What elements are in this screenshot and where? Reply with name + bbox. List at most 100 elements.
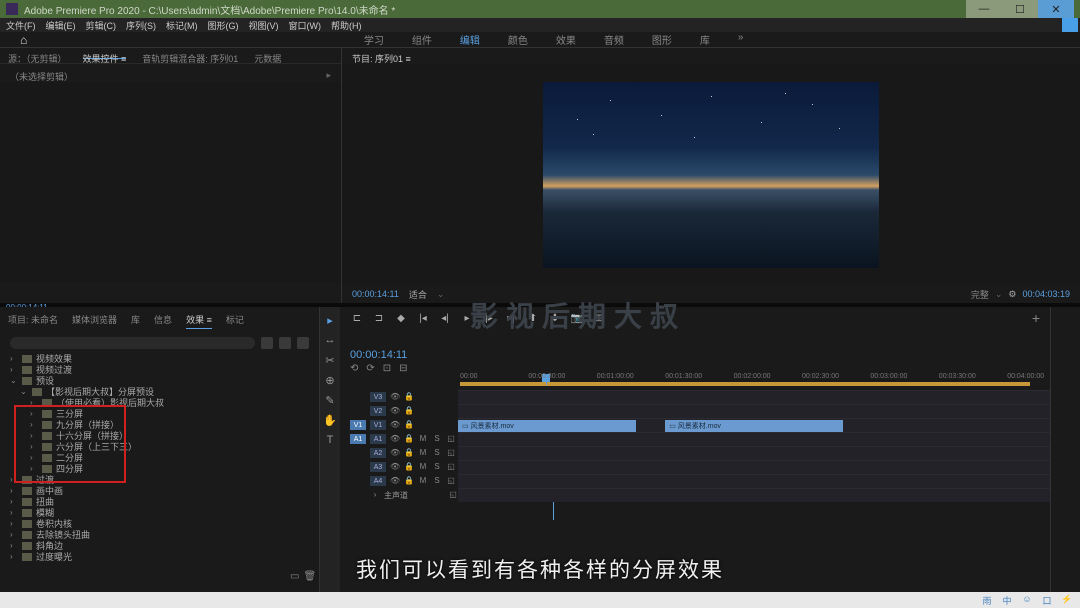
timeline-timecode[interactable]: 00:00:14:11 (340, 347, 1050, 363)
tree-item[interactable]: ›三分屏 (0, 408, 319, 419)
resolution-status[interactable]: 完整 (971, 288, 989, 301)
fit-dropdown[interactable]: 适合 (409, 288, 427, 301)
step-back-icon[interactable]: ◂| (438, 313, 452, 324)
trash-icon[interactable]: 🗑 (303, 571, 316, 582)
track-select-tool[interactable]: ↔ (323, 333, 337, 347)
marker-icon[interactable]: ◆ (394, 313, 408, 324)
ime-icon-1[interactable]: 雨 (980, 594, 994, 606)
clip[interactable]: ▭ 风景素材.mov (458, 420, 636, 432)
menu-graphics[interactable]: 图形(G) (208, 19, 239, 32)
ime-icon-3[interactable]: ☺ (1020, 594, 1034, 606)
menu-file[interactable]: 文件(F) (6, 19, 36, 32)
go-in-icon[interactable]: |◂ (416, 313, 430, 324)
ws-assembly[interactable]: 组件 (412, 32, 432, 47)
tab-project[interactable]: 项目: 未命名 (8, 311, 58, 328)
wrench-icon[interactable]: ⚙ (1008, 289, 1016, 300)
tree-item[interactable]: ›（使用必看）影视后期大叔 (0, 397, 319, 408)
tree-item[interactable]: ›十六分屏（拼接） (0, 430, 319, 441)
chevron-right-icon[interactable]: ▸ (326, 70, 331, 81)
menu-view[interactable]: 视图(V) (249, 19, 279, 32)
type-tool[interactable]: T (323, 433, 337, 447)
filter-icon-2[interactable] (279, 337, 291, 349)
tree-item[interactable]: ›六分屏（上三下三） (0, 441, 319, 452)
tab-info[interactable]: 信息 (154, 311, 172, 328)
mark-in-icon[interactable]: ⊏ (350, 313, 364, 324)
go-out-icon[interactable]: ▸| (504, 313, 518, 324)
tree-item[interactable]: ›九分屏（拼接） (0, 419, 319, 430)
chevron-down-icon[interactable]: ⌄ (995, 289, 1003, 300)
ws-graphics[interactable]: 图形 (652, 32, 672, 47)
ws-color[interactable]: 颜色 (508, 32, 528, 47)
tab-library[interactable]: 库 (131, 311, 140, 328)
settings-icon[interactable]: ⊞ (592, 313, 606, 324)
extract-icon[interactable]: ⬇ (548, 313, 562, 324)
titlebar: Adobe Premiere Pro 2020 - C:\Users\admin… (0, 0, 1080, 18)
track-body[interactable] (458, 404, 1050, 418)
tree-item[interactable]: ›过度曝光 (0, 551, 319, 562)
filter-icon-1[interactable] (261, 337, 273, 349)
new-bin-icon[interactable]: ▭ (290, 571, 299, 582)
tab-source[interactable]: 源：（无剪辑） (8, 52, 67, 59)
ws-editing[interactable]: 编辑 (460, 32, 480, 47)
ruler-label: 00:02:00:00 (734, 373, 771, 380)
track-body[interactable] (458, 390, 1050, 404)
razor-tool[interactable]: ⊕ (323, 373, 337, 387)
link-icon[interactable]: ⟳ (366, 363, 374, 374)
close-button[interactable]: ✕ (1038, 0, 1074, 18)
ws-learn[interactable]: 学习 (364, 32, 384, 47)
step-fwd-icon[interactable]: |▸ (482, 313, 496, 324)
info-chip[interactable] (1062, 18, 1078, 32)
ws-effects[interactable]: 效果 (556, 32, 576, 47)
slip-tool[interactable]: ✎ (323, 393, 337, 407)
menu-marker[interactable]: 标记(M) (166, 19, 198, 32)
menu-help[interactable]: 帮助(H) (331, 19, 362, 32)
lift-icon[interactable]: ⬆ (526, 313, 540, 324)
track-body[interactable]: ▭ 风景素材.mov ▭ 风景素材.mov (458, 418, 1050, 432)
ime-icon-4[interactable]: 口 (1040, 594, 1054, 606)
ripple-tool[interactable]: ✂ (323, 353, 337, 367)
program-timecode[interactable]: 00:00:14:11 (352, 289, 399, 299)
mark-out-icon[interactable]: ⊐ (372, 313, 386, 324)
tree-item[interactable]: ›二分屏 (0, 452, 319, 463)
clip[interactable]: ▭ 风景素材.mov (665, 420, 843, 432)
tab-effect-controls[interactable]: 效果控件 ≡ (83, 52, 127, 59)
effects-tree: ›视频效果›视频过渡⌄预设⌄【影视后期大叔】分屏预设›（使用必看）影视后期大叔›… (0, 351, 319, 564)
track-body[interactable] (458, 446, 1050, 460)
tab-metadata[interactable]: 元数据 (254, 52, 281, 59)
hand-tool[interactable]: ✋ (323, 413, 337, 427)
chevron-down-icon[interactable]: ⌄ (437, 289, 445, 300)
menu-sequence[interactable]: 序列(S) (126, 19, 156, 32)
menu-window[interactable]: 窗口(W) (289, 19, 322, 32)
track-body[interactable] (458, 432, 1050, 446)
timeline-ruler[interactable]: 00:0000:00:30:0000:01:00:0000:01:30:0000… (460, 374, 1030, 386)
program-monitor[interactable] (342, 64, 1080, 285)
ime-bar: 雨 中 ☺ 口 ⚡ (0, 592, 1080, 608)
ime-icon-2[interactable]: 中 (1000, 594, 1014, 606)
settings-icon2[interactable]: ⊟ (399, 363, 407, 374)
window-title: Adobe Premiere Pro 2020 - C:\Users\admin… (24, 2, 395, 17)
minimize-button[interactable]: — (966, 0, 1002, 18)
ws-more[interactable]: » (738, 32, 744, 47)
ws-libraries[interactable]: 库 (700, 32, 710, 47)
filter-icon-3[interactable] (297, 337, 309, 349)
tab-audio-mixer[interactable]: 音轨剪辑混合器: 序列01 (142, 52, 238, 59)
home-icon[interactable]: ⌂ (20, 33, 27, 47)
track-body[interactable] (458, 460, 1050, 474)
export-frame-icon[interactable]: 📷 (570, 313, 584, 324)
menu-edit[interactable]: 编辑(E) (46, 19, 76, 32)
effects-search[interactable] (10, 337, 255, 349)
add-button[interactable]: + (1032, 310, 1040, 326)
menu-clip[interactable]: 剪辑(C) (86, 19, 117, 32)
marker-icon2[interactable]: ⊡ (383, 363, 391, 374)
tab-markers[interactable]: 标记 (226, 311, 244, 328)
source-panel: 源：（无剪辑） 效果控件 ≡ 音轨剪辑混合器: 序列01 元数据 （未选择剪辑）… (0, 48, 342, 303)
maximize-button[interactable]: ☐ (1002, 0, 1038, 18)
tab-media-browser[interactable]: 媒体浏览器 (72, 311, 117, 328)
snap-icon[interactable]: ⟲ (350, 363, 358, 374)
play-icon[interactable]: ▸ (460, 313, 474, 324)
selection-tool[interactable]: ▸ (323, 313, 337, 327)
track-body[interactable] (458, 474, 1050, 488)
tab-effects[interactable]: 效果 ≡ (186, 311, 212, 329)
ws-audio[interactable]: 音频 (604, 32, 624, 47)
ime-icon-5[interactable]: ⚡ (1060, 594, 1074, 606)
